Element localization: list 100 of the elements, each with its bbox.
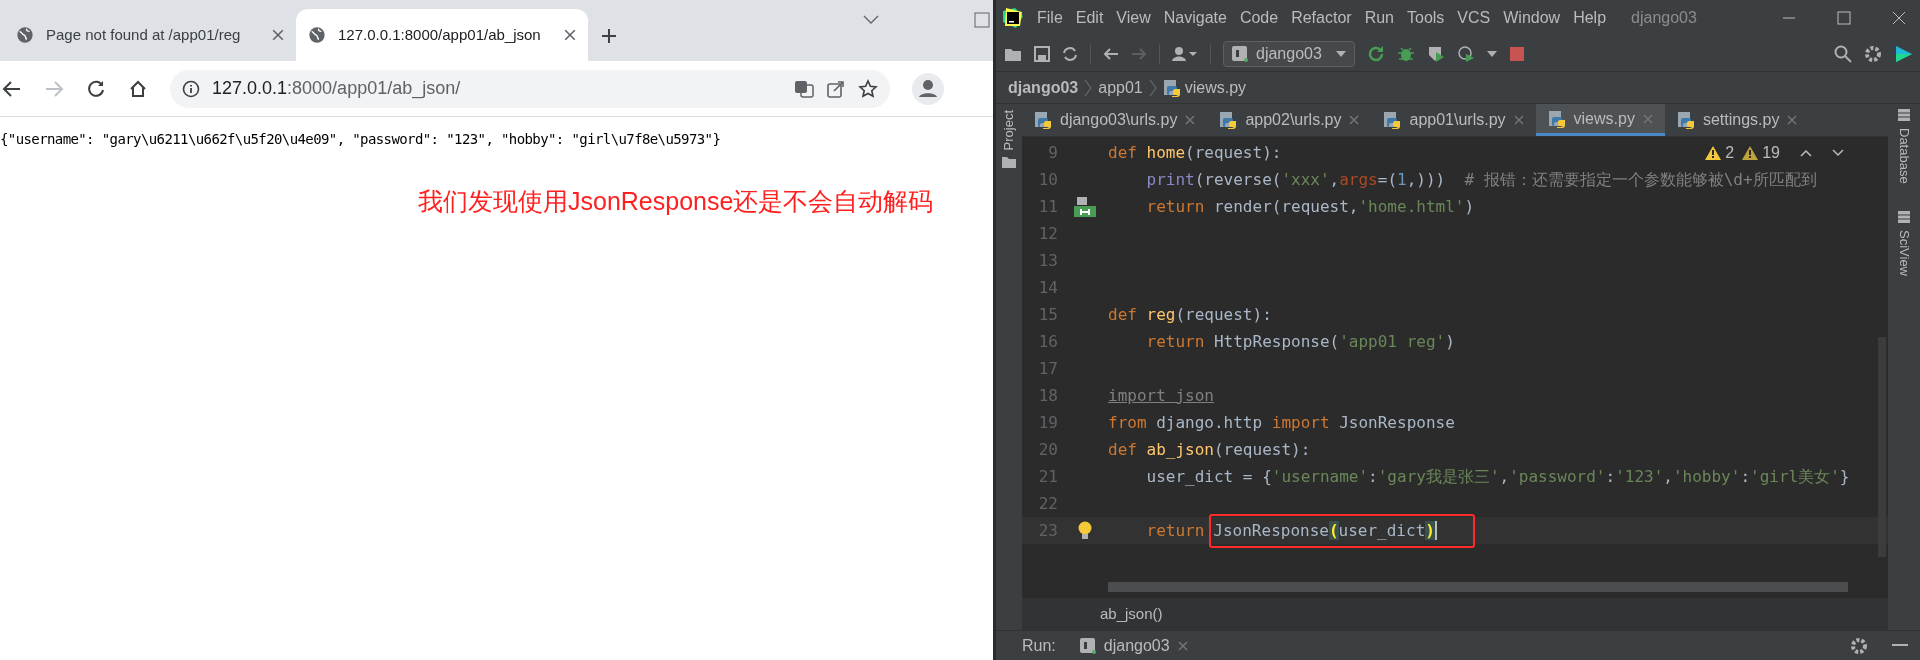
save-icon[interactable] xyxy=(1034,45,1050,62)
chevron-down-icon[interactable] xyxy=(862,14,880,26)
horizontal-scrollbar[interactable] xyxy=(1108,582,1848,592)
annotation-text: 我们发现使用JsonResponse还是不会自动解码 xyxy=(418,186,935,217)
line-number: 16 xyxy=(1037,330,1059,353)
search-icon[interactable] xyxy=(1834,44,1852,63)
caret-icon xyxy=(1336,50,1346,57)
maximize-icon[interactable] xyxy=(1837,11,1851,25)
html-template-icon[interactable] xyxy=(1074,196,1096,217)
editor-tab[interactable]: app01\urls.py xyxy=(1371,104,1536,136)
info-icon[interactable] xyxy=(182,79,200,98)
python-file-icon xyxy=(1162,78,1181,97)
reload-icon[interactable] xyxy=(86,78,106,99)
line-number: 14 xyxy=(1037,276,1059,299)
editor-tab[interactable]: django03\urls.py xyxy=(1022,104,1208,136)
line-number: 22 xyxy=(1037,492,1059,515)
globe-icon xyxy=(308,26,326,44)
menu-item[interactable]: Edit xyxy=(1075,6,1104,30)
caret-icon[interactable] xyxy=(1487,50,1497,57)
project-tool-tab[interactable]: Project xyxy=(999,110,1019,151)
lightbulb-icon[interactable] xyxy=(1078,520,1092,541)
profile-icon[interactable] xyxy=(1457,44,1475,63)
browser-tab[interactable]: Page not found at /app01/reg xyxy=(4,9,296,61)
rerun-icon[interactable] xyxy=(1367,44,1385,63)
menu-item[interactable]: VCS xyxy=(1457,6,1491,30)
avatar-icon[interactable] xyxy=(912,72,944,105)
menu-item[interactable]: Window xyxy=(1503,6,1561,30)
warning-icon xyxy=(1705,146,1722,160)
plugin-logo-icon[interactable] xyxy=(1894,43,1914,64)
line-number: 17 xyxy=(1037,357,1059,380)
breadcrumb-item[interactable]: views.py xyxy=(1162,75,1247,100)
breadcrumb-item[interactable]: django03 xyxy=(1008,75,1079,100)
user-dropdown-icon[interactable] xyxy=(1172,45,1198,62)
settings-icon[interactable] xyxy=(1864,44,1882,63)
django-icon xyxy=(1232,45,1248,62)
menu-item[interactable]: Tools xyxy=(1407,6,1445,30)
stop-icon[interactable] xyxy=(1509,45,1525,62)
editor-tab[interactable]: views.py xyxy=(1535,104,1665,136)
run-tab[interactable]: django03 xyxy=(1079,633,1188,658)
editor-tab[interactable]: settings.py xyxy=(1664,104,1810,136)
chevron-up-icon[interactable] xyxy=(1800,149,1812,157)
warning-count[interactable]: 2 xyxy=(1705,141,1735,165)
line-number: 20 xyxy=(1037,438,1059,461)
sync-icon[interactable] xyxy=(1062,45,1078,62)
chevron-down-icon[interactable] xyxy=(1832,149,1844,157)
editor-tab[interactable]: app02\urls.py xyxy=(1207,104,1372,136)
tool-window-tab[interactable]: SciView xyxy=(1894,229,1914,276)
home-icon[interactable] xyxy=(128,78,148,99)
browser-tab[interactable]: 127.0.0.1:8000/app01/ab_json xyxy=(296,9,588,61)
function-breadcrumb[interactable]: ab_json() xyxy=(1100,603,1163,626)
line-number: 18 xyxy=(1037,384,1059,407)
highlighted-code: JsonResponse(user_dict) xyxy=(1209,513,1475,548)
warning-icon xyxy=(1742,146,1759,160)
django-icon xyxy=(1079,637,1096,654)
line-number: 10 xyxy=(1037,168,1059,191)
menu-item[interactable]: Code xyxy=(1239,6,1279,30)
run-label: Run: xyxy=(1022,635,1056,656)
line-number: 19 xyxy=(1037,411,1059,434)
bug-icon[interactable] xyxy=(1397,44,1415,63)
new-tab-icon[interactable] xyxy=(600,27,618,45)
share-icon[interactable] xyxy=(826,78,846,99)
tool-window-tab[interactable]: Database xyxy=(1894,128,1914,184)
code-line: user_dict = {'username':'gary我是张三','password':'123','hobby':'girl美女'} xyxy=(1145,465,1850,488)
python-file-icon xyxy=(1676,111,1695,129)
coverage-icon[interactable] xyxy=(1427,44,1445,63)
menu-item[interactable]: Refactor xyxy=(1291,6,1352,30)
grid-icon xyxy=(1897,209,1911,224)
line-number: 15 xyxy=(1037,303,1059,326)
line-number: 9 xyxy=(1047,141,1059,164)
python-file-icon xyxy=(1383,111,1402,129)
database-icon xyxy=(1897,108,1911,122)
star-icon[interactable] xyxy=(858,78,878,99)
settings-icon[interactable] xyxy=(1850,636,1868,655)
menu-item[interactable]: Navigate xyxy=(1163,6,1227,30)
back-icon[interactable] xyxy=(2,78,22,99)
menu-item[interactable]: Run xyxy=(1364,6,1394,30)
menu-item[interactable]: Help xyxy=(1573,6,1607,30)
line-number: 11 xyxy=(1037,195,1059,218)
menu-item[interactable]: File xyxy=(1037,6,1063,30)
back-icon[interactable] xyxy=(1103,45,1119,62)
code-line: return xyxy=(1145,519,1205,542)
chevron-right-icon xyxy=(1084,78,1093,97)
pycharm-logo xyxy=(1002,7,1024,29)
breadcrumb-item[interactable]: app01 xyxy=(1098,75,1143,100)
code-line: def ab_json(request): xyxy=(1108,438,1311,461)
globe-icon xyxy=(16,26,34,44)
line-number: 13 xyxy=(1037,249,1059,272)
close-icon[interactable] xyxy=(272,29,284,41)
warning-count[interactable]: 19 xyxy=(1742,141,1780,165)
python-file-icon xyxy=(1034,111,1052,129)
chevron-right-icon xyxy=(1148,78,1157,97)
line-number: 21 xyxy=(1037,465,1059,488)
folder-icon xyxy=(1002,156,1016,169)
address-bar[interactable]: 127.0.0.1:8000/app01/ab_json/ xyxy=(170,69,890,108)
menu-item[interactable]: View xyxy=(1116,6,1151,30)
run-config-dropdown[interactable]: django03 xyxy=(1223,40,1355,67)
close-icon[interactable] xyxy=(1892,11,1906,25)
close-icon[interactable] xyxy=(564,29,576,41)
python-file-icon xyxy=(1219,111,1238,129)
line-number: 12 xyxy=(1037,222,1059,245)
